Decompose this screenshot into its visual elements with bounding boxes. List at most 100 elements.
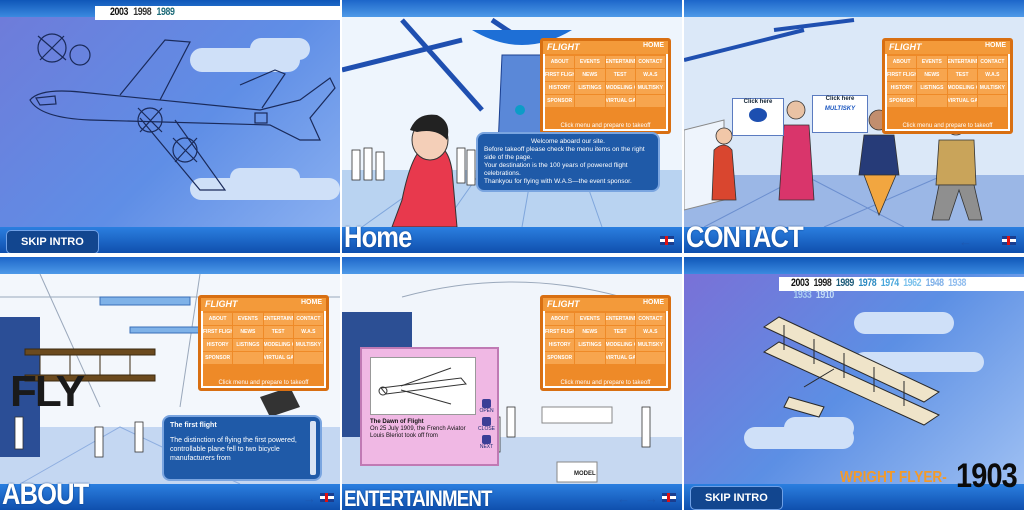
uk-flag-icon[interactable] (1002, 236, 1016, 245)
menu-item-virtual-gallery[interactable]: VIRTUAL GALLERY (263, 352, 293, 364)
menu-item-listings[interactable]: LISTINGS (917, 82, 947, 94)
menu-item-news[interactable]: NEWS (233, 326, 263, 338)
menu-item-modeling-game[interactable]: MODELING GAME (605, 339, 635, 351)
menu-item-virtual-gallery[interactable]: VIRTUAL GALLERY (947, 95, 977, 107)
menu-item-events[interactable]: EVENTS (575, 56, 605, 68)
menu-item-modeling-game[interactable]: MODELING GAME (263, 339, 293, 351)
menu-item-about[interactable]: ABOUT (545, 313, 575, 325)
menu-home-link[interactable]: HOME (643, 299, 664, 306)
menu-item-entertainment[interactable]: ENTERTAINMENT (947, 56, 977, 68)
back-arrow-icon[interactable]: ← (617, 492, 630, 505)
menu-item-multisky[interactable]: MULTISKY (635, 82, 665, 94)
menu-item-about[interactable]: ABOUT (887, 56, 917, 68)
menu-item-events[interactable]: EVENTS (233, 313, 263, 325)
menu-item-sponsor[interactable]: SPONSOR (545, 352, 575, 364)
model-label[interactable]: MODEL (574, 471, 596, 477)
menu-item-multisky[interactable]: MULTISKY (293, 339, 323, 351)
menu-item-history[interactable]: HISTORY (545, 82, 575, 94)
menu-item-empty (977, 95, 1007, 107)
menu-item-test[interactable]: TEST (605, 326, 635, 338)
menu-item-was[interactable]: W.A.S (977, 69, 1007, 81)
menu-item-empty (233, 352, 263, 364)
menu-item-entertainment[interactable]: ENTERTAINMENT (605, 56, 635, 68)
menu-item-modeling-game[interactable]: MODELING GAME (605, 82, 635, 94)
back-arrow-icon[interactable]: ← (959, 235, 972, 248)
menu-item-virtual-gallery[interactable]: VIRTUAL GALLERY (605, 95, 635, 107)
menu-item-was[interactable]: W.A.S (293, 326, 323, 338)
menu-item-sponsor[interactable]: SPONSOR (887, 95, 917, 107)
menu-item-contact[interactable]: CONTACT (635, 56, 665, 68)
menu-home-link[interactable]: HOME (301, 299, 322, 306)
skip-intro-button[interactable]: SKIP INTRO (690, 486, 783, 510)
screen-right[interactable]: Click here MULTISKY (812, 95, 868, 133)
menu-title: FLIGHT (547, 299, 580, 309)
open-icon (482, 399, 492, 408)
menu-item-history[interactable]: HISTORY (545, 339, 575, 351)
info-card: The Dawn of Flight On 25 July 1909, the … (360, 347, 499, 466)
menu-item-events[interactable]: EVENTS (575, 313, 605, 325)
page-title: ABOUT (2, 478, 89, 510)
next-icon (482, 435, 492, 444)
menu-item-first-flight[interactable]: FIRST FLIGHT (545, 69, 575, 81)
menu-item-history[interactable]: HISTORY (887, 82, 917, 94)
menu-item-test[interactable]: TEST (263, 326, 293, 338)
menu-item-modeling-game[interactable]: MODELING GAME (947, 82, 977, 94)
menu-item-was[interactable]: W.A.S (635, 69, 665, 81)
page-title: CONTACT (686, 221, 804, 253)
menu-item-sponsor[interactable]: SPONSOR (545, 95, 575, 107)
menu-item-multisky[interactable]: MULTISKY (635, 339, 665, 351)
menu-item-listings[interactable]: LISTINGS (575, 82, 605, 94)
menu-item-first-flight[interactable]: FIRST FLIGHT (203, 326, 233, 338)
menu-item-history[interactable]: HISTORY (203, 339, 233, 351)
monoplane-image (370, 357, 476, 415)
skip-intro-button[interactable]: SKIP INTRO (6, 230, 99, 253)
flight-menu: FLIGHT HOME ABOUT EVENTS ENTERTAINMENT CO… (882, 38, 1013, 134)
uk-flag-icon[interactable] (660, 236, 674, 245)
uk-flag-icon[interactable] (320, 493, 334, 502)
uk-flag-icon[interactable] (662, 493, 676, 502)
page-title: ENTERTAINMENT (344, 486, 492, 510)
forward-arrow-icon[interactable]: → (645, 492, 658, 505)
menu-item-about[interactable]: ABOUT (545, 56, 575, 68)
menu-item-empty (635, 352, 665, 364)
screen-left[interactable]: Click here (732, 98, 784, 136)
open-button[interactable]: OPEN (478, 399, 495, 414)
home-panel: FLIGHT HOME ABOUT EVENTS ENTERTAINMENT CO… (342, 0, 682, 253)
menu-item-news[interactable]: NEWS (575, 326, 605, 338)
info-scrollbar[interactable] (310, 421, 316, 475)
menu-item-first-flight[interactable]: FIRST FLIGHT (887, 69, 917, 81)
menu-item-was[interactable]: W.A.S (635, 326, 665, 338)
menu-home-link[interactable]: HOME (643, 42, 664, 49)
menu-item-events[interactable]: EVENTS (917, 56, 947, 68)
menu-item-multisky[interactable]: MULTISKY (977, 82, 1007, 94)
info-panel: The first flight The distinction of flyi… (162, 415, 322, 481)
menu-item-first-flight[interactable]: FIRST FLIGHT (545, 326, 575, 338)
close-button[interactable]: CLOSE (478, 417, 495, 432)
menu-item-test[interactable]: TEST (605, 69, 635, 81)
menu-title: FLIGHT (205, 299, 238, 309)
welcome-line: Welcome aboard our site. (531, 138, 605, 145)
menu-item-listings[interactable]: LISTINGS (233, 339, 263, 351)
close-label: CLOSE (478, 426, 495, 432)
page-title: Home (344, 221, 412, 253)
menu-item-contact[interactable]: CONTACT (293, 313, 323, 325)
menu-item-test[interactable]: TEST (947, 69, 977, 81)
menu-item-entertainment[interactable]: ENTERTAINMENT (605, 313, 635, 325)
flight-menu: FLIGHT HOME ABOUT EVENTS ENTERTAINMENT CO… (540, 295, 671, 391)
menu-home-link[interactable]: HOME (985, 42, 1006, 49)
card-controls: OPEN CLOSE NEXT (478, 399, 495, 450)
back-arrow-icon[interactable]: → (303, 492, 316, 505)
menu-item-news[interactable]: NEWS (917, 69, 947, 81)
menu-item-listings[interactable]: LISTINGS (575, 339, 605, 351)
menu-item-contact[interactable]: CONTACT (977, 56, 1007, 68)
welcome-line: Thankyou for flying with W.A.S—the event… (484, 178, 632, 185)
menu-item-contact[interactable]: CONTACT (635, 313, 665, 325)
menu-item-about[interactable]: ABOUT (203, 313, 233, 325)
menu-item-virtual-gallery[interactable]: VIRTUAL GALLERY (605, 352, 635, 364)
welcome-bubble: Welcome aboard our site. Before takeoff … (476, 132, 660, 192)
menu-item-news[interactable]: NEWS (575, 69, 605, 81)
menu-item-sponsor[interactable]: SPONSOR (203, 352, 233, 364)
next-button[interactable]: NEXT (478, 435, 495, 450)
menu-item-entertainment[interactable]: ENTERTAINMENT (263, 313, 293, 325)
card-title: The Dawn of Flight (370, 419, 424, 425)
